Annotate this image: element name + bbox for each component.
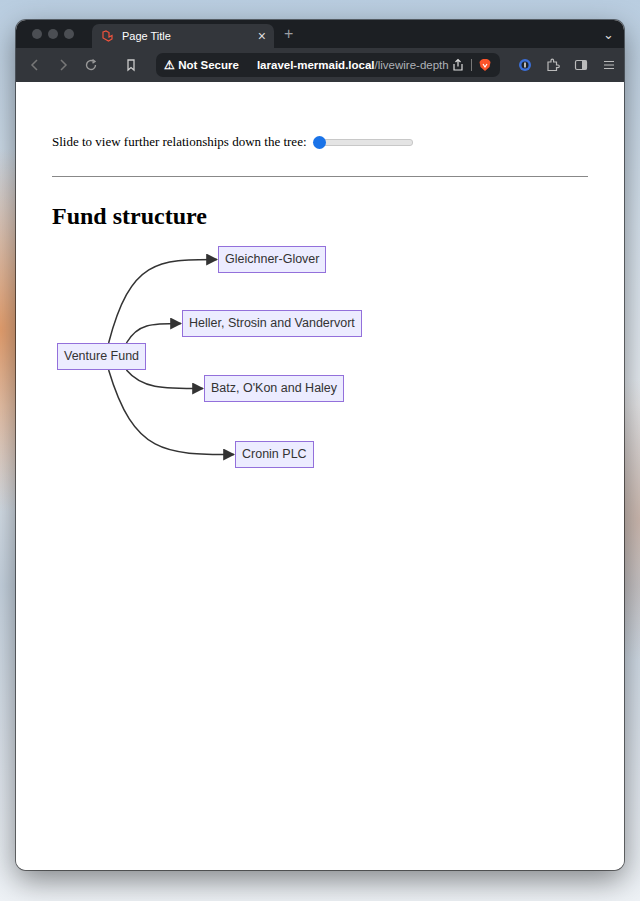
security-indicator[interactable]: ⚠ Not Secure (164, 58, 239, 72)
minimize-window-icon[interactable] (48, 29, 58, 39)
window-controls (32, 29, 74, 39)
diagram-node: Heller, Strosin and Vandervort (182, 310, 362, 337)
back-icon[interactable] (28, 58, 42, 72)
brave-lion-icon[interactable] (478, 58, 492, 72)
diagram-edge (126, 370, 203, 389)
bookmark-icon[interactable] (124, 58, 138, 72)
password-manager-icon[interactable] (518, 58, 532, 72)
warning-icon: ⚠ (164, 59, 175, 71)
slider-label: Slide to view further relationships down… (52, 134, 307, 150)
tab-menu-button[interactable]: ⌄ (603, 27, 614, 42)
url-path: /livewire-depth (375, 59, 449, 71)
depth-slider[interactable] (315, 139, 413, 146)
diagram-node: Batz, O'Kon and Haley (204, 375, 344, 402)
close-tab-button[interactable]: × (258, 29, 266, 43)
page-heading: Fund structure (52, 203, 588, 230)
diagram-edge (126, 324, 181, 344)
sidebar-icon[interactable] (574, 58, 588, 72)
toolbar: ⚠ Not Secure laravel-mermaid.local/livew… (16, 48, 624, 82)
menu-icon[interactable] (602, 58, 616, 72)
divider (52, 176, 588, 177)
diagram-node: Cronin PLC (235, 441, 314, 468)
new-tab-button[interactable]: + (284, 25, 293, 43)
page-content: Slide to view further relationships down… (16, 82, 624, 870)
tab-bar: Page Title × + ⌄ (16, 20, 624, 48)
share-icon[interactable] (451, 58, 465, 72)
laravel-logo-icon (102, 30, 114, 42)
browser-tab[interactable]: Page Title × (92, 24, 274, 48)
fund-diagram: Venture Fund Gleichner-Glover Heller, Stro… (52, 240, 392, 480)
diagram-node: Gleichner-Glover (218, 246, 326, 273)
diagram-node: Venture Fund (57, 343, 146, 370)
slider-row: Slide to view further relationships down… (52, 134, 588, 150)
tab-title: Page Title (122, 30, 250, 42)
url-host: laravel-mermaid.local (257, 59, 375, 71)
close-window-icon[interactable] (32, 29, 42, 39)
extensions-icon[interactable] (546, 58, 560, 72)
zoom-window-icon[interactable] (64, 29, 74, 39)
forward-icon[interactable] (56, 58, 70, 72)
security-label: Not Secure (178, 59, 239, 71)
address-bar[interactable]: ⚠ Not Secure laravel-mermaid.local/livew… (156, 53, 500, 77)
browser-window: Page Title × + ⌄ ⚠ Not Secure laravel-mer… (16, 20, 624, 870)
slider-thumb[interactable] (313, 136, 326, 149)
reload-icon[interactable] (84, 58, 98, 72)
